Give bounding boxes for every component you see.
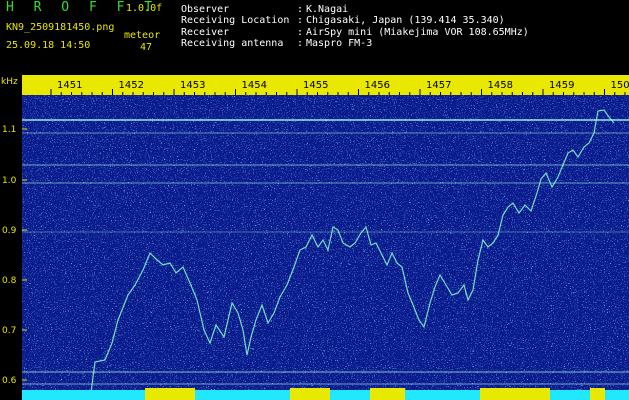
- antenna-colon: :: [297, 38, 304, 49]
- x-tick-label: 1456: [365, 80, 390, 91]
- antenna-value: Maspro FM-3: [306, 38, 373, 49]
- version-label: 1.0.0f: [126, 3, 163, 14]
- y-tick-label: 1.0: [2, 176, 17, 186]
- band-burst: [290, 388, 330, 400]
- band-burst: [370, 388, 405, 400]
- band-burst: [590, 388, 605, 400]
- x-tick-label: 1459: [549, 80, 574, 91]
- y-tick-label: 1.1: [2, 125, 16, 135]
- receiver-value: AirSpy mini (Miakejima VOR 108.65MHz): [306, 27, 529, 38]
- receiver-key: Receiver: [181, 27, 230, 38]
- noise-layer-bright: [22, 75, 629, 400]
- receiver-colon: :: [297, 27, 304, 38]
- observer-colon: :: [297, 4, 304, 15]
- x-tick-label: 1455: [303, 80, 328, 91]
- meteor-label: meteor: [124, 30, 161, 41]
- y-unit-label: kHz: [1, 77, 18, 87]
- band-burst: [480, 388, 550, 400]
- y-tick-label: 0.8: [2, 276, 17, 286]
- x-tick-label: 1452: [119, 80, 144, 91]
- location-key: Receiving Location: [181, 15, 290, 26]
- x-tick-label: 1451: [57, 80, 82, 91]
- band-burst: [145, 388, 195, 400]
- antenna-key: Receiving antenna: [181, 38, 284, 49]
- y-tick-label: 0.9: [2, 226, 17, 236]
- x-tick-label: 1500: [611, 80, 629, 91]
- observer-key: Observer: [181, 4, 230, 15]
- hrofft-window: H R O F F T 1.0.0f KN9_2509181450.png me…: [0, 0, 629, 400]
- observer-value: K.Nagai: [306, 4, 349, 15]
- y-tick-label: 0.6: [2, 376, 17, 386]
- x-tick-label: 1453: [180, 80, 205, 91]
- filename-label: KN9_2509181450.png: [6, 22, 115, 33]
- y-tick-label: 0.7: [2, 326, 16, 336]
- x-tick-label: 1458: [488, 80, 513, 91]
- timestamp-label: 25.09.18 14:50: [6, 40, 91, 51]
- x-tick-label: 1457: [426, 80, 451, 91]
- location-colon: :: [297, 15, 304, 26]
- location-value: Chigasaki, Japan (139.414 35.340): [306, 15, 505, 26]
- spectrogram: 1451 1452 1453 1454 1455 1456 1457 1458 1459 1500…: [1, 75, 629, 400]
- meteor-count: 47: [140, 42, 153, 53]
- x-tick-label: 1454: [242, 80, 267, 91]
